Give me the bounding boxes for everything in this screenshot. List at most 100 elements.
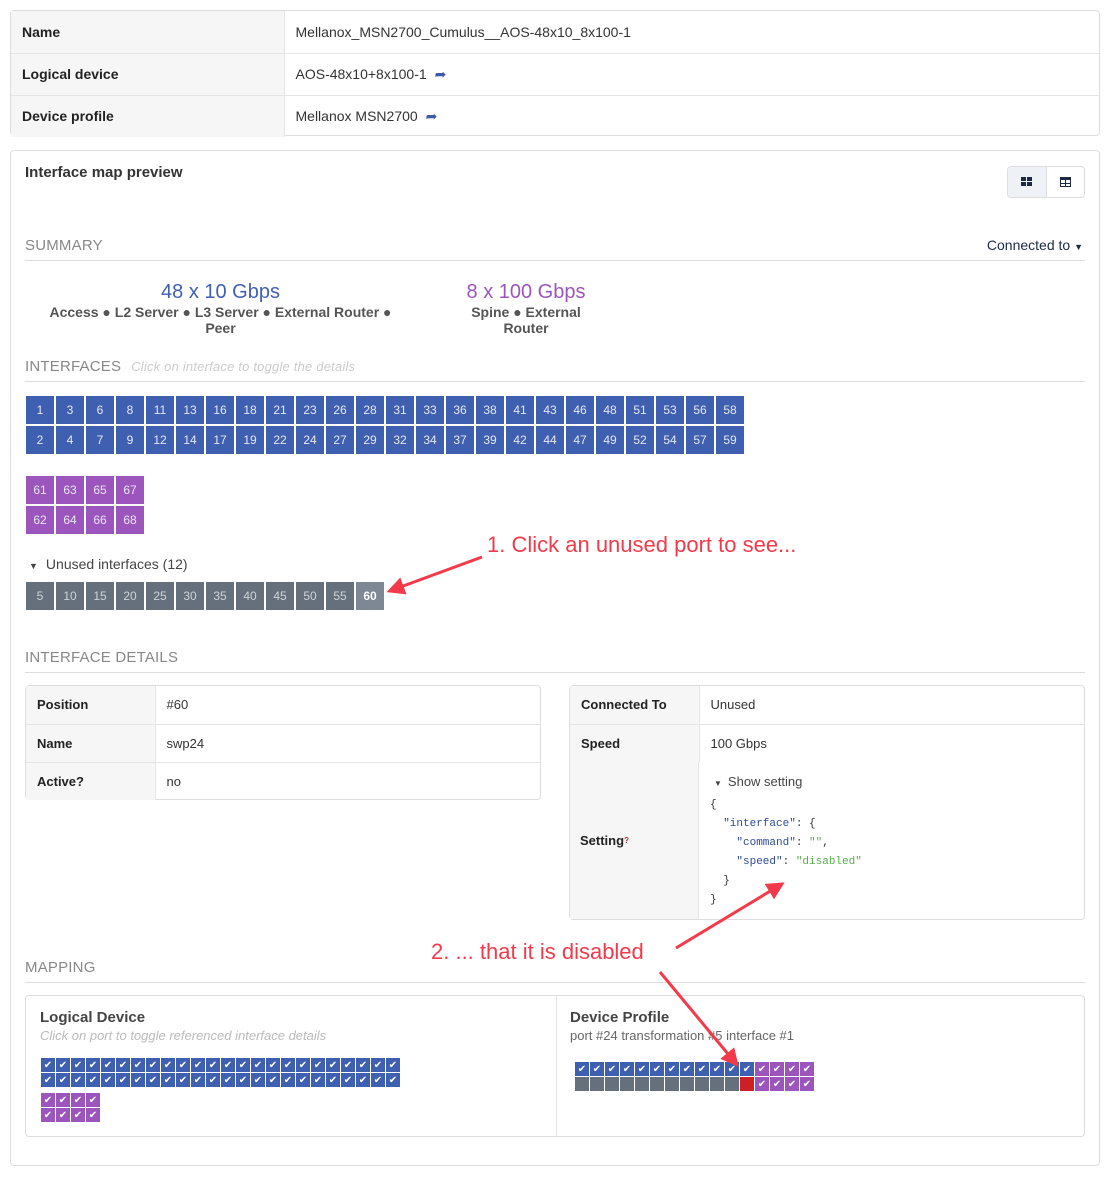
mapped-port-check[interactable]: ✔ bbox=[41, 1058, 55, 1072]
mapped-port[interactable] bbox=[650, 1077, 664, 1091]
show-setting-toggle[interactable]: ▼ Show setting bbox=[714, 774, 802, 789]
mapped-port-check[interactable]: ✔ bbox=[356, 1073, 370, 1087]
port-17[interactable]: 17 bbox=[206, 426, 234, 454]
mapped-port-check[interactable]: ✔ bbox=[116, 1073, 130, 1087]
mapped-port-check[interactable]: ✔ bbox=[41, 1108, 55, 1122]
port-39[interactable]: 39 bbox=[476, 426, 504, 454]
mapped-port-check[interactable]: ✔ bbox=[41, 1093, 55, 1107]
mapped-port[interactable] bbox=[740, 1077, 754, 1091]
port-16[interactable]: 16 bbox=[206, 396, 234, 424]
mapped-port[interactable] bbox=[725, 1077, 739, 1091]
port-34[interactable]: 34 bbox=[416, 426, 444, 454]
port-11[interactable]: 11 bbox=[146, 396, 174, 424]
mapped-port-check[interactable]: ✔ bbox=[386, 1058, 400, 1072]
mapped-port-check[interactable]: ✔ bbox=[176, 1073, 190, 1087]
mapped-port-check[interactable]: ✔ bbox=[71, 1073, 85, 1087]
port-35[interactable]: 35 bbox=[206, 582, 234, 610]
port-42[interactable]: 42 bbox=[506, 426, 534, 454]
mapped-port-check[interactable]: ✔ bbox=[161, 1073, 175, 1087]
mapped-port[interactable] bbox=[680, 1077, 694, 1091]
mapped-port-check[interactable]: ✔ bbox=[56, 1058, 70, 1072]
port-44[interactable]: 44 bbox=[536, 426, 564, 454]
port-59[interactable]: 59 bbox=[716, 426, 744, 454]
mapped-port-check[interactable]: ✔ bbox=[86, 1108, 100, 1122]
share-link-icon[interactable]: ➦ bbox=[435, 66, 447, 82]
port-68[interactable]: 68 bbox=[116, 506, 144, 534]
mapped-port-check[interactable]: ✔ bbox=[101, 1058, 115, 1072]
port-37[interactable]: 37 bbox=[446, 426, 474, 454]
mapped-port-check[interactable]: ✔ bbox=[785, 1062, 799, 1076]
mapped-port-check[interactable]: ✔ bbox=[650, 1062, 664, 1076]
mapped-port-check[interactable]: ✔ bbox=[710, 1062, 724, 1076]
port-8[interactable]: 8 bbox=[116, 396, 144, 424]
unused-interfaces-toggle[interactable]: ▼ Unused interfaces (12) bbox=[29, 556, 188, 572]
mapped-port-check[interactable]: ✔ bbox=[161, 1058, 175, 1072]
port-23[interactable]: 23 bbox=[296, 396, 324, 424]
port-26[interactable]: 26 bbox=[326, 396, 354, 424]
port-48[interactable]: 48 bbox=[596, 396, 624, 424]
mapped-port-check[interactable]: ✔ bbox=[191, 1073, 205, 1087]
mapped-port-check[interactable]: ✔ bbox=[116, 1058, 130, 1072]
mapped-port-check[interactable]: ✔ bbox=[755, 1077, 769, 1091]
port-38[interactable]: 38 bbox=[476, 396, 504, 424]
grid-view-button[interactable] bbox=[1008, 167, 1047, 197]
mapped-port-check[interactable]: ✔ bbox=[386, 1073, 400, 1087]
mapped-port-check[interactable]: ✔ bbox=[371, 1058, 385, 1072]
mapped-port-check[interactable]: ✔ bbox=[131, 1073, 145, 1087]
mapped-port-check[interactable]: ✔ bbox=[101, 1073, 115, 1087]
mapped-port[interactable] bbox=[605, 1077, 619, 1091]
mapped-port-check[interactable]: ✔ bbox=[236, 1073, 250, 1087]
port-33[interactable]: 33 bbox=[416, 396, 444, 424]
port-15[interactable]: 15 bbox=[86, 582, 114, 610]
port-5[interactable]: 5 bbox=[26, 582, 54, 610]
mapped-port-check[interactable]: ✔ bbox=[341, 1058, 355, 1072]
mapped-port-check[interactable]: ✔ bbox=[56, 1073, 70, 1087]
mapped-port-check[interactable]: ✔ bbox=[146, 1073, 160, 1087]
mapped-port-check[interactable]: ✔ bbox=[311, 1058, 325, 1072]
port-55[interactable]: 55 bbox=[326, 582, 354, 610]
port-67[interactable]: 67 bbox=[116, 476, 144, 504]
mapped-port-check[interactable]: ✔ bbox=[86, 1093, 100, 1107]
port-31[interactable]: 31 bbox=[386, 396, 414, 424]
mapped-port-check[interactable]: ✔ bbox=[311, 1073, 325, 1087]
port-9[interactable]: 9 bbox=[116, 426, 144, 454]
mapped-port-check[interactable]: ✔ bbox=[131, 1058, 145, 1072]
port-46[interactable]: 46 bbox=[566, 396, 594, 424]
mapped-port-check[interactable]: ✔ bbox=[206, 1058, 220, 1072]
port-7[interactable]: 7 bbox=[86, 426, 114, 454]
port-22[interactable]: 22 bbox=[266, 426, 294, 454]
mapped-port-check[interactable]: ✔ bbox=[71, 1058, 85, 1072]
port-54[interactable]: 54 bbox=[656, 426, 684, 454]
mapped-port[interactable] bbox=[695, 1077, 709, 1091]
mapped-port-check[interactable]: ✔ bbox=[635, 1062, 649, 1076]
port-51[interactable]: 51 bbox=[626, 396, 654, 424]
info-value-text[interactable]: AOS-48x10+8x100-1 bbox=[296, 66, 427, 82]
port-50[interactable]: 50 bbox=[296, 582, 324, 610]
mapped-port-check[interactable]: ✔ bbox=[740, 1062, 754, 1076]
port-47[interactable]: 47 bbox=[566, 426, 594, 454]
port-18[interactable]: 18 bbox=[236, 396, 264, 424]
mapped-port-check[interactable]: ✔ bbox=[575, 1062, 589, 1076]
port-43[interactable]: 43 bbox=[536, 396, 564, 424]
mapped-port-check[interactable]: ✔ bbox=[341, 1073, 355, 1087]
mapped-port-check[interactable]: ✔ bbox=[71, 1093, 85, 1107]
mapped-port-check[interactable]: ✔ bbox=[755, 1062, 769, 1076]
port-3[interactable]: 3 bbox=[56, 396, 84, 424]
mapped-port-check[interactable]: ✔ bbox=[590, 1062, 604, 1076]
mapped-port-check[interactable]: ✔ bbox=[191, 1058, 205, 1072]
port-1[interactable]: 1 bbox=[26, 396, 54, 424]
port-53[interactable]: 53 bbox=[656, 396, 684, 424]
mapped-port-check[interactable]: ✔ bbox=[785, 1077, 799, 1091]
mapped-port-check[interactable]: ✔ bbox=[800, 1077, 814, 1091]
mapped-port-check[interactable]: ✔ bbox=[770, 1062, 784, 1076]
mapped-port[interactable] bbox=[620, 1077, 634, 1091]
mapped-port-check[interactable]: ✔ bbox=[236, 1058, 250, 1072]
port-65[interactable]: 65 bbox=[86, 476, 114, 504]
port-66[interactable]: 66 bbox=[86, 506, 114, 534]
mapped-port-check[interactable]: ✔ bbox=[221, 1073, 235, 1087]
port-6[interactable]: 6 bbox=[86, 396, 114, 424]
connected-to-dropdown[interactable]: Connected to ▼ bbox=[987, 237, 1083, 253]
help-icon[interactable]: ? bbox=[624, 836, 629, 845]
port-13[interactable]: 13 bbox=[176, 396, 204, 424]
mapped-port-check[interactable]: ✔ bbox=[725, 1062, 739, 1076]
